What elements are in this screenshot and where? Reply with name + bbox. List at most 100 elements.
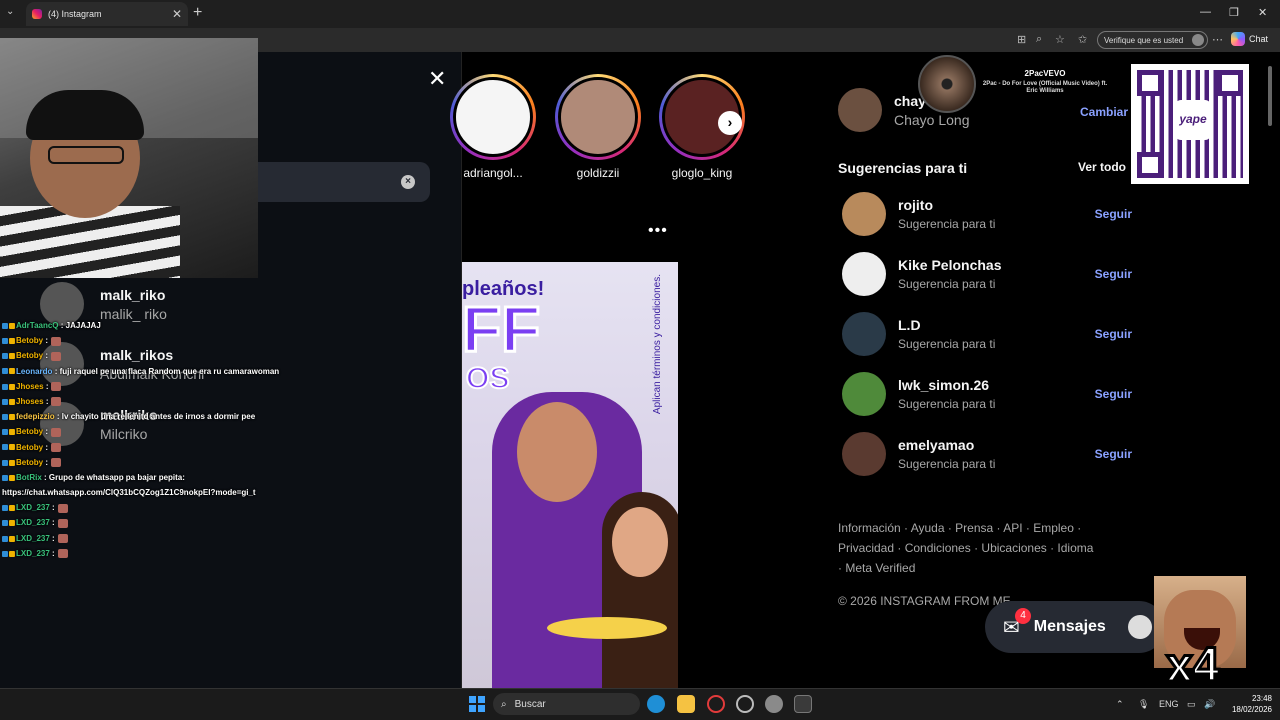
chat-badge-icon — [2, 338, 8, 345]
suggestion-username[interactable]: lwk_simon.26 — [898, 377, 1083, 393]
follow-button[interactable]: Seguir — [1095, 267, 1132, 281]
avatar[interactable] — [842, 192, 886, 236]
story-item[interactable]: goldizzii — [553, 74, 643, 180]
webcam-overlay — [0, 38, 258, 278]
apps-icon[interactable]: ⊞ — [1017, 33, 1026, 46]
chat-message: Betoby : — [2, 440, 302, 455]
avatar[interactable] — [842, 372, 886, 416]
chat-message: BotRix : Grupo de whatsapp pa bajar pepi… — [2, 470, 302, 485]
favorites-list-icon[interactable]: ✩ — [1078, 33, 1087, 46]
restore-icon[interactable]: ❐ — [1229, 6, 1239, 19]
opera-icon[interactable] — [707, 695, 725, 713]
chat-badge-icon — [2, 520, 8, 527]
chat-message: Leonardo : fuji raquel pe una flaca Rand… — [2, 364, 302, 379]
see-all-link[interactable]: Ver todo — [1078, 160, 1126, 174]
zoom-icon[interactable]: ⌕ — [1036, 33, 1042, 46]
footer-links[interactable]: Información · Ayuda · Prensa · API · Emp… — [838, 518, 1098, 578]
post-side-text: Aplican términos y condiciones. — [652, 274, 663, 415]
input-language[interactable]: ENG — [1159, 699, 1179, 709]
new-tab-button[interactable]: + — [193, 4, 202, 22]
chat-text: : lv chayito una rellenitd antes de irno… — [56, 412, 256, 422]
chat-username: Betoby — [16, 336, 44, 346]
minimize-icon[interactable]: — — [1200, 6, 1211, 18]
story-item[interactable]: adriangol... — [448, 74, 538, 180]
now-playing-overlay: 2PacVEVO 2Pac - Do For Love (Official Mu… — [918, 55, 1118, 113]
chat-username: LXD_237 — [16, 518, 50, 528]
messages-button[interactable]: ✉ 4 Mensajes — [985, 601, 1165, 653]
chat-badge-icon — [2, 368, 8, 375]
more-menu-icon[interactable]: ⋯ — [1212, 33, 1223, 46]
settings-gear-icon[interactable] — [765, 695, 783, 713]
emote-icon — [57, 518, 68, 528]
clock-time: 23:48 — [1251, 694, 1272, 703]
page-scrollbar[interactable] — [1266, 56, 1274, 684]
copilot-icon — [1231, 32, 1245, 46]
clear-search-icon[interactable]: × — [401, 175, 415, 189]
chat-text: : — [45, 336, 49, 346]
chat-text: : — [45, 381, 49, 391]
yape-qr-code: yape — [1131, 64, 1249, 184]
tab-actions-chevron-icon[interactable]: ⌄ — [6, 6, 14, 17]
chat-text: : — [45, 396, 49, 406]
chat-username: AdrTaancQ — [16, 321, 59, 330]
chat-username: Betoby — [16, 457, 44, 467]
suggestion-username[interactable]: Kike Pelonchas — [898, 257, 1083, 273]
avatar[interactable] — [842, 432, 886, 476]
terminal-icon[interactable] — [794, 695, 812, 713]
chat-badge-icon — [9, 353, 15, 360]
chat-badge-icon — [9, 444, 15, 451]
volume-icon[interactable]: 🔊 — [1204, 699, 1215, 710]
stories-next-button[interactable]: › — [718, 111, 742, 135]
follow-button[interactable]: Seguir — [1095, 387, 1132, 401]
qr-finder — [1217, 70, 1243, 96]
recent-username: malk_riko — [100, 286, 166, 303]
browser-tab-instagram[interactable]: (4) Instagram ✕ — [26, 2, 188, 26]
chat-message: https://chat.whatsapp.com/ClQ31bCQZog1Z1… — [2, 485, 302, 500]
chat-text: : — [52, 518, 55, 528]
messages-label: Mensajes — [1033, 618, 1106, 635]
scrollbar-thumb[interactable] — [1268, 66, 1272, 126]
chat-badge-icon — [9, 505, 15, 512]
window-close-icon[interactable]: ✕ — [1258, 6, 1267, 19]
emote-icon — [51, 336, 62, 346]
follow-button[interactable]: Seguir — [1095, 447, 1132, 461]
taskbar-search[interactable]: ⌕ Buscar — [493, 693, 640, 715]
start-windows-icon[interactable] — [469, 696, 485, 712]
system-clock[interactable]: 23:48 18/02/2026 — [1222, 693, 1272, 715]
chat-badge-icon — [9, 535, 15, 542]
favorite-star-icon[interactable]: ☆ — [1055, 33, 1065, 46]
obs-icon[interactable] — [736, 695, 754, 713]
chat-message: LXD_237 : — [2, 500, 302, 515]
suggestion-username[interactable]: rojito — [898, 197, 1083, 213]
qr-finder — [1137, 152, 1163, 178]
chat-message: Betoby : — [2, 424, 302, 439]
file-explorer-icon[interactable] — [677, 695, 695, 713]
chat-username: Betoby — [16, 427, 44, 437]
avatar[interactable] — [838, 88, 882, 132]
verify-label: Verifique que es usted — [1104, 35, 1184, 45]
network-icon[interactable]: ▭ — [1187, 699, 1196, 710]
chat-badge-icon — [2, 474, 8, 481]
verify-identity-button[interactable]: Verifique que es usted — [1097, 31, 1208, 49]
story-ring — [555, 74, 641, 160]
tray-chevron-up-icon[interactable]: ⌃ — [1116, 699, 1124, 710]
chat-message: AdrTaancQ : JAJAJAJ — [2, 318, 302, 333]
microphone-icon[interactable]: 🎙 — [1138, 699, 1149, 710]
close-post-icon[interactable]: ✕ — [428, 66, 446, 92]
suggestion-username[interactable]: L.D — [898, 317, 1083, 333]
copilot-chat-button[interactable]: Chat — [1231, 32, 1268, 46]
emote-icon — [51, 351, 62, 361]
edge-browser-icon[interactable] — [647, 695, 665, 713]
post-options-icon[interactable]: ••• — [648, 222, 668, 240]
chat-text: : — [45, 427, 49, 437]
emote-icon — [51, 382, 62, 392]
chat-text: : — [52, 503, 55, 513]
avatar[interactable] — [842, 312, 886, 356]
avatar[interactable] — [842, 252, 886, 296]
suggestion-username[interactable]: emelyamao — [898, 437, 1083, 453]
follow-button[interactable]: Seguir — [1095, 207, 1132, 221]
unread-badge: 4 — [1015, 607, 1031, 624]
post-image[interactable]: pleaños! FF OS Aplican términos y condic… — [462, 262, 678, 688]
tab-close-icon[interactable]: ✕ — [172, 7, 182, 21]
follow-button[interactable]: Seguir — [1095, 327, 1132, 341]
